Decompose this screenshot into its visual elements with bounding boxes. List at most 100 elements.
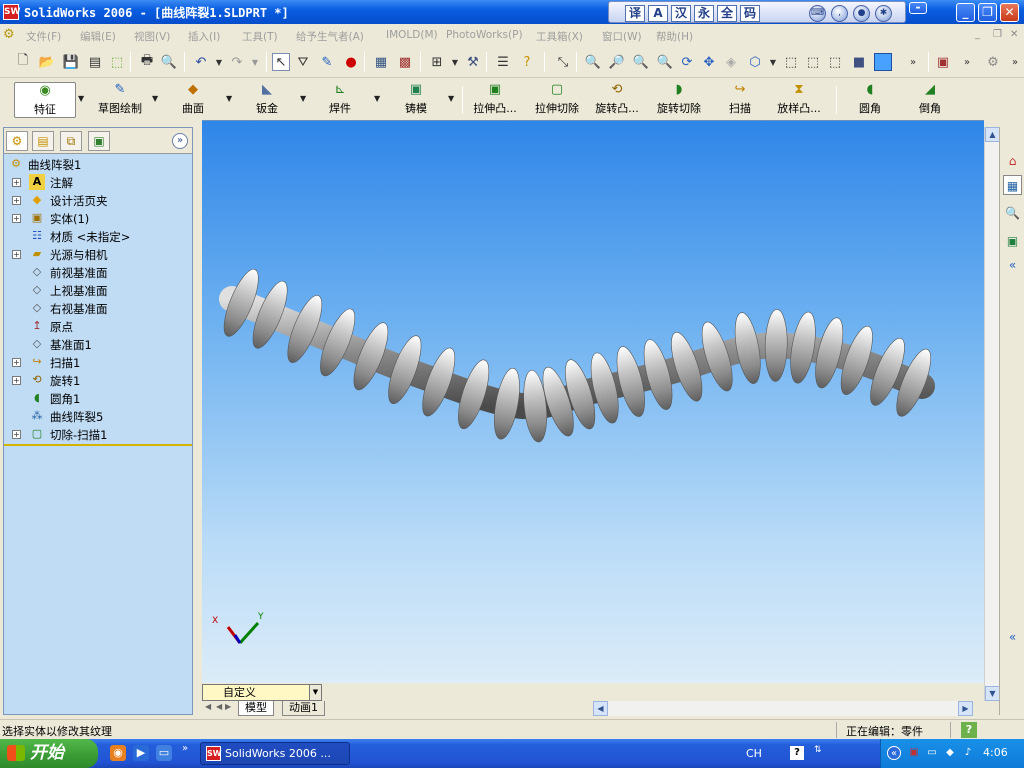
tree-item-material[interactable]: ☷ 材质 <未指定>: [4, 227, 192, 245]
expand-icon[interactable]: +: [12, 430, 21, 439]
view-orientation-select[interactable]: 自定义 ▼: [202, 684, 322, 701]
expand-icon[interactable]: +: [12, 178, 21, 187]
expand-icon[interactable]: +: [12, 358, 21, 367]
vertical-scrollbar[interactable]: ▲ ▼: [984, 127, 1000, 701]
ime-fullwidth-button[interactable]: 全: [717, 5, 737, 22]
hidden-lines-removed-icon[interactable]: ⬚: [826, 53, 844, 71]
menu-insert[interactable]: 插入(I): [188, 29, 220, 44]
volume-icon[interactable]: ♪: [961, 746, 975, 760]
collapse-panel-icon[interactable]: »: [172, 133, 188, 149]
tree-item-origin[interactable]: ↥ 原点: [4, 317, 192, 335]
ime-keyboard-icon[interactable]: ⌨: [809, 5, 826, 22]
rotate-icon[interactable]: ⟳: [678, 53, 696, 71]
quicklaunch-overflow-icon[interactable]: »: [182, 743, 188, 754]
menu-view[interactable]: 视图(V): [134, 29, 170, 44]
toolbar-overflow-2-icon[interactable]: »: [958, 53, 976, 71]
ime-english-button[interactable]: A: [648, 5, 668, 22]
graphics-area[interactable]: X Y: [202, 120, 984, 683]
mdi-close-icon[interactable]: ✕: [1010, 29, 1018, 40]
toolbar-overflow-3-icon[interactable]: »: [1006, 53, 1024, 71]
tray-collapse-icon[interactable]: «: [887, 746, 901, 760]
ime-chinese-button[interactable]: 汉: [671, 5, 691, 22]
sheet-metal-tab-button[interactable]: ◣ 钣金: [246, 82, 288, 118]
model-view[interactable]: X Y: [202, 121, 984, 683]
menu-animator[interactable]: 给予生气者(A): [296, 29, 364, 44]
start-button[interactable]: 开始: [0, 739, 98, 768]
help-icon[interactable]: ?: [518, 53, 536, 71]
pan-icon[interactable]: ✥: [700, 53, 718, 71]
configuration-manager-tab-icon[interactable]: ⧉: [60, 131, 82, 151]
appearance-icon[interactable]: ▩: [396, 53, 414, 71]
select-filter-icon[interactable]: ⛛: [294, 53, 312, 71]
tab-next-icon[interactable]: ▶: [225, 702, 231, 711]
make-drawing-icon[interactable]: ▤: [86, 53, 104, 71]
firefox-icon[interactable]: ◉: [110, 745, 126, 761]
menu-imold[interactable]: IMOLD(M): [386, 29, 438, 41]
weldments-dropdown-icon[interactable]: ▼: [374, 94, 380, 103]
menu-file[interactable]: 文件(F): [26, 29, 61, 44]
options-grid-icon[interactable]: ▦: [372, 53, 390, 71]
expand-icon[interactable]: +: [12, 196, 21, 205]
spring-part-model[interactable]: [217, 265, 937, 443]
collapse-task-pane-icon[interactable]: «: [1003, 255, 1022, 275]
display-manager-tab-icon[interactable]: ▣: [88, 131, 110, 151]
tab-first-icon[interactable]: ◀: [205, 702, 211, 711]
hidden-lines-visible-icon[interactable]: ⬚: [804, 53, 822, 71]
tree-item-top-plane[interactable]: ◇ 上视基准面: [4, 281, 192, 299]
save-icon[interactable]: 💾: [62, 53, 80, 71]
layout-icon[interactable]: ⊞: [428, 53, 446, 71]
resources-icon[interactable]: ▦: [1003, 175, 1022, 195]
zoom-area-icon[interactable]: 🔎: [608, 53, 626, 71]
print-icon[interactable]: 🖶: [138, 53, 156, 71]
menu-window[interactable]: 窗口(W): [602, 29, 642, 44]
spring-coil-ring[interactable]: [764, 309, 788, 382]
expand-icon[interactable]: +: [12, 376, 21, 385]
language-options-icon[interactable]: ⇅: [814, 745, 822, 755]
rollback-bar[interactable]: [4, 444, 192, 446]
rebuild-icon[interactable]: ●: [342, 53, 360, 71]
menu-tools[interactable]: 工具(T): [242, 29, 278, 44]
rotate-view-icon[interactable]: ⤡: [554, 53, 572, 71]
tab-model[interactable]: 模型: [238, 701, 274, 716]
tree-item-solid-bodies[interactable]: + ▣ 实体(1): [4, 209, 192, 227]
horizontal-scrollbar[interactable]: ◀ ▶: [593, 701, 973, 716]
rebuild-sketch-icon[interactable]: ✎: [318, 53, 336, 71]
revolved-boss-button[interactable]: ⟲ 旋转凸...: [588, 82, 646, 118]
redo-icon[interactable]: ↷: [228, 53, 246, 71]
tree-item-curve-pattern5[interactable]: ⁂ 曲线阵裂5: [4, 407, 192, 425]
undo-icon[interactable]: ↶: [192, 53, 210, 71]
ime-toolbar[interactable]: 译 A 汉 永 全 码 ⌨ , ● ✱: [608, 1, 906, 23]
surfaces-tab-button[interactable]: ◆ 曲面: [172, 82, 214, 118]
ime-punctuation-icon[interactable]: ,: [831, 5, 848, 22]
mdi-restore-icon[interactable]: ❐: [993, 29, 1002, 40]
toolbox-icon[interactable]: ⚙: [984, 53, 1002, 71]
tree-item-right-plane[interactable]: ◇ 右视基准面: [4, 299, 192, 317]
ime-minimize-button[interactable]: -: [909, 1, 927, 14]
view-orientation-icon[interactable]: ⬡: [746, 53, 764, 71]
shaded-icon[interactable]: [874, 53, 892, 71]
restore-button[interactable]: ❐: [978, 3, 997, 22]
zoom-in-out-icon[interactable]: 🔍: [632, 53, 650, 71]
new-document-icon[interactable]: 🗋: [14, 53, 32, 71]
expand-icon[interactable]: +: [12, 250, 21, 259]
network-icon[interactable]: ▣: [907, 746, 921, 760]
shaded-with-edges-icon[interactable]: ■: [850, 53, 868, 71]
weldments-tab-button[interactable]: ⊾ 焊件: [322, 82, 358, 118]
tree-item-annotations[interactable]: + A 注解: [4, 173, 192, 191]
chamfer-button[interactable]: ◢ 倒角: [912, 82, 948, 118]
features-tab-button[interactable]: ◉ 特征: [14, 82, 76, 118]
revolved-cut-button[interactable]: ◗ 旋转切除: [652, 82, 706, 118]
file-explorer-icon[interactable]: 🔍: [1003, 203, 1022, 223]
scroll-left-icon[interactable]: ◀: [593, 701, 608, 716]
sketch-dropdown-icon[interactable]: ▼: [152, 94, 158, 103]
scroll-up-icon[interactable]: ▲: [985, 127, 1000, 142]
expand-icon[interactable]: +: [12, 214, 21, 223]
extruded-boss-button[interactable]: ▣ 拉伸凸...: [466, 82, 524, 118]
feature-tree-tab-icon[interactable]: ⚙: [6, 131, 28, 151]
scroll-down-icon[interactable]: ▼: [985, 686, 1000, 701]
scroll-right-icon[interactable]: ▶: [958, 701, 973, 716]
redo-dropdown-icon[interactable]: ▼: [246, 53, 264, 71]
toolbar-overflow-icon[interactable]: »: [904, 53, 922, 71]
select-pointer-icon[interactable]: ↖: [272, 53, 290, 71]
close-button[interactable]: ✕: [1000, 3, 1019, 22]
